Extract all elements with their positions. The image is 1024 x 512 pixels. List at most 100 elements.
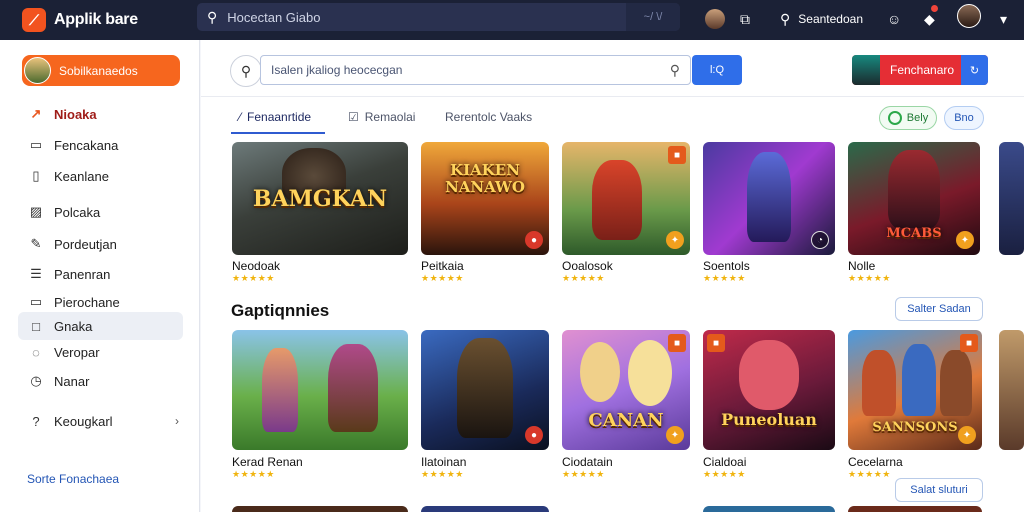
sidebar-item-selected[interactable]: □ Gnaka [18, 312, 183, 340]
search-button[interactable]: l:Q [692, 55, 742, 85]
hero-figure [739, 340, 799, 410]
menu-caret-icon[interactable]: ▾ [1000, 8, 1007, 30]
game-thumbnail: KIAKEN NANAWO ● [421, 142, 549, 255]
promo-label: Fenchanaro [890, 63, 955, 77]
rating-stars: ★★★★★ [562, 469, 605, 479]
game-thumbnail: SANNSONS ■ ✦ [848, 330, 982, 450]
sidebar-item-chat[interactable]: ◌ Veropar [18, 338, 183, 366]
promo-thumbnail [852, 55, 880, 85]
sidebar-item-label: Gnaka [54, 318, 93, 334]
tab-bar: ⁄ Fenaanrtide ☑ Remaolai Rerentolc Vaaks B… [201, 98, 1024, 136]
hero-figure [580, 342, 620, 402]
search-placeholder: Isalen jkaliog heocecgan [271, 63, 403, 77]
bottom-action-button[interactable]: Salat sluturi [895, 478, 983, 502]
sidebar-item-history[interactable]: ◷ Nanar [18, 367, 183, 395]
hero-figure [888, 150, 940, 228]
badge-icon: ■ [668, 334, 686, 352]
rating-stars: ★★★★★ [703, 273, 746, 283]
chevron-right-icon: › [175, 414, 179, 428]
game-card-partial[interactable] [703, 506, 835, 512]
game-thumbnail [999, 142, 1024, 255]
share-icon[interactable]: ⧉ [740, 8, 750, 30]
promo-button[interactable]: Fenchanaro ↻ [852, 55, 988, 85]
game-thumbnail: Puneoluan ■ [703, 330, 835, 450]
status-dot-icon [887, 111, 902, 125]
section-title: Gaptiqnnies [231, 301, 330, 320]
game-title: Ooalosok [562, 259, 613, 273]
hero-figure [328, 344, 378, 432]
sidebar-footer-link[interactable]: Sorte Fonachaea [27, 472, 119, 486]
sidebar-item-label: Keougkarl [54, 413, 113, 429]
tab-recent[interactable]: ☑ Remaolai [348, 110, 415, 124]
sidebar-item-label: Nanar [54, 373, 90, 389]
hero-figure [592, 160, 642, 240]
game-title: Soentols [703, 259, 750, 273]
game-card-partial[interactable] [232, 506, 408, 512]
hero-figure [747, 152, 791, 242]
search-input[interactable]: Isalen jkaliog heocecgan ⚲ [260, 55, 691, 85]
sidebar-item-edit[interactable]: ✎ Pordeutjan [18, 230, 183, 258]
trending-icon: ⁄ [239, 110, 242, 124]
game-thumbnail: ◔ [703, 142, 835, 255]
sidebar-item-label: Panenran [54, 266, 111, 282]
tab-weeks[interactable]: Rerentolc Vaaks [445, 110, 532, 124]
filter-pill-green[interactable]: Bely [879, 106, 937, 130]
sidebar-item-label: Polcaka [54, 204, 101, 220]
game-thumbnail: ● [421, 330, 549, 450]
rating-stars: ★★★★★ [421, 273, 464, 283]
game-title: Cialdoai [703, 455, 747, 469]
sidebar-item-list[interactable]: ☰ Panenran [18, 260, 183, 288]
profile-avatar-button[interactable] [705, 8, 725, 30]
avatar [705, 9, 725, 29]
pill-label: Bely [906, 112, 929, 124]
chat-icon: ◌ [32, 344, 40, 360]
search-filter-button[interactable]: ~/ \/ [626, 3, 680, 31]
rating-stars: ★★★★★ [848, 469, 891, 479]
sidebar-profile-label: Sobilkanaedos [59, 63, 138, 78]
sidebar-item-bookmarks[interactable]: ▯ Keanlane [18, 162, 183, 190]
global-search-text: Hocectan Giabo [227, 9, 321, 25]
game-card-partial[interactable] [421, 506, 549, 512]
question-icon: ? [32, 413, 40, 429]
rating-stars: ★★★★★ [703, 469, 746, 479]
tab-featured[interactable]: ⁄ Fenaanrtide [239, 110, 311, 124]
brand[interactable]: ⟋ Applik bare [0, 8, 200, 32]
bookmark-icon: ▯ [32, 168, 40, 183]
play-icon: ✦ [666, 231, 684, 249]
account-avatar-button[interactable] [957, 4, 981, 28]
hero-figure [940, 350, 972, 416]
search-icon: ⚲ [207, 8, 218, 25]
hero-figure [862, 350, 896, 416]
filter-pill-blue[interactable]: Bno [944, 106, 984, 130]
sidebar-item-label: Pordeutjan [54, 236, 117, 252]
tab-label: Remaolai [364, 110, 416, 124]
global-search-input[interactable]: ⚲ Hocectan Giabo ~/ \/ [197, 3, 680, 31]
notifications-icon[interactable]: ◆ [924, 5, 938, 30]
notification-badge [930, 5, 938, 12]
game-thumbnail: BAMGKAN [232, 142, 408, 255]
folder-icon: ▭ [29, 294, 43, 309]
trending-icon: ↗ [30, 106, 42, 121]
game-thumbnail: ■ ✦ [562, 142, 690, 255]
sidebar-item-trending[interactable]: ↗ Nioaka [18, 100, 183, 128]
section-action-button[interactable]: Salter Sadan [895, 297, 983, 321]
refresh-icon: ↻ [961, 55, 988, 85]
game-art-title: Puneoluan [721, 410, 817, 429]
play-icon: ✦ [666, 426, 684, 444]
sidebar-item-images[interactable]: ▨ Polcaka [18, 198, 183, 226]
sidebar-profile-button[interactable]: Sobilkanaedos [22, 55, 180, 86]
rating-stars: ★★★★★ [848, 273, 891, 283]
sidebar-item-help[interactable]: ? Keougkarl › [18, 407, 183, 435]
game-card-partial[interactable] [848, 506, 982, 512]
chat-icon[interactable]: ☺ [887, 8, 901, 30]
sidebar: Sobilkanaedos ↗ Nioaka ▭ Fencakana ▯ Keanla… [0, 40, 200, 512]
sidebar-item-folder[interactable]: ▭ Fencakana [18, 131, 183, 159]
list-icon: ☰ [30, 266, 42, 281]
image-icon: ▨ [29, 204, 43, 219]
search-icon[interactable]: ⚲ [230, 55, 262, 87]
game-title: Ciodatain [562, 455, 613, 469]
user-menu[interactable]: ⚲ Seantedoan [780, 8, 863, 30]
avatar [24, 57, 51, 84]
sidebar-item-label: Pierochane [54, 294, 120, 310]
clock-icon: ◷ [30, 373, 42, 388]
